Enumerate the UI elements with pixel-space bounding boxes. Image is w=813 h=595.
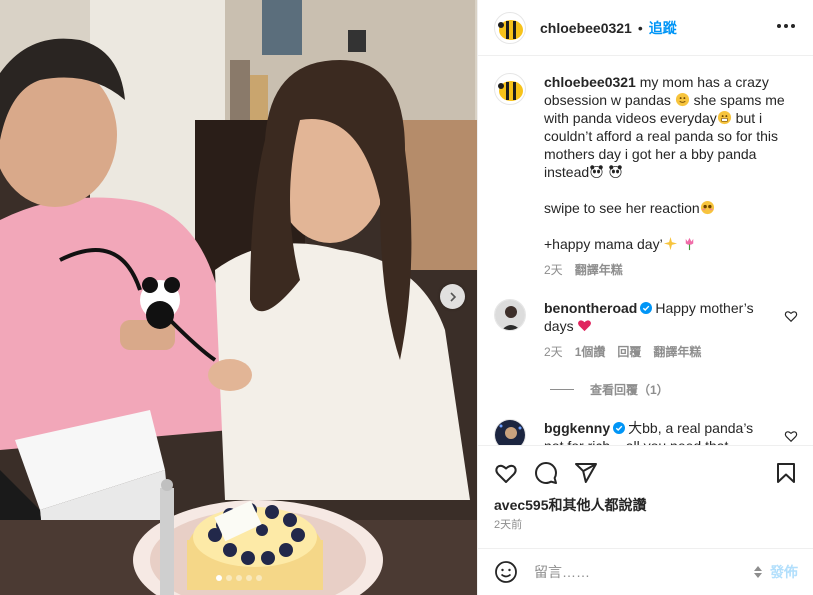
carousel-dot [235,575,242,581]
panda-emoji-icon [609,165,622,178]
see-translation-button[interactable]: 翻譯年糕 [575,261,623,279]
caption-text-5: +happy mama day’ [544,236,663,252]
likes-summary[interactable]: avec595和其他人都說讚 [494,495,647,515]
share-send-icon[interactable] [574,461,598,485]
comment-input[interactable] [534,562,746,582]
save-bookmark-icon[interactable] [774,461,798,485]
pleading-face-emoji-icon [700,200,714,215]
comment-meta: 2天 1個讚 回覆 翻譯年糕 [544,343,764,361]
panda-emoji-icon [590,165,603,178]
post-comment-button[interactable]: 發佈 [770,562,798,582]
bee-icon [498,81,523,101]
comment-bubble-icon[interactable] [534,461,558,485]
post-header: chloebee0321 • 追蹤 [478,0,813,56]
tulip-emoji-icon [685,237,693,251]
caption-username[interactable]: chloebee0321 [544,74,636,90]
action-icons [494,461,598,485]
verified-badge-icon [613,422,626,434]
more-horizontal-icon [777,24,795,28]
view-replies-label: 查看回覆（1） [590,383,669,397]
carousel-dot [245,575,252,581]
view-replies-divider [550,389,574,390]
caption-text-4: swipe to see her reaction [544,200,700,216]
post-timestamp: 2天前 [494,519,523,531]
chevron-right-icon [449,291,456,302]
follow-button[interactable]: 追蹤 [649,18,677,38]
comment-username[interactable]: benontheroad [544,300,637,316]
reply-button[interactable]: 回覆 [617,343,641,361]
avatar[interactable] [494,73,526,105]
post-author-username[interactable]: chloebee0321 [540,20,632,36]
view-replies-button[interactable]: 查看回覆（1） [550,381,669,398]
carousel-dot [225,575,232,581]
carousel-indicator [0,575,477,581]
comment-username[interactable]: bggkenny [544,420,610,436]
caption-time: 2天 [544,263,563,277]
comment-item: benontheroad Happy mother’s days 2天 1個讚 回… [494,299,798,361]
user-photo-icon [495,420,525,445]
instagram-post-viewer: chloebee0321 • 追蹤 chloebee0321 my mom ha… [0,0,813,595]
post-caption: chloebee0321 my mom has a crazy obsessio… [494,73,798,279]
like-comment-heart-icon[interactable] [784,309,798,323]
caption-body: chloebee0321 my mom has a crazy obsessio… [544,73,794,279]
emoji-picker-icon[interactable] [494,560,518,584]
carousel-dot [215,575,222,581]
more-options-button[interactable] [774,14,798,38]
verified-badge-icon [640,302,653,314]
post-photo [0,0,477,595]
see-translation-button[interactable]: 翻譯年糕 [653,343,701,361]
carousel-next-button[interactable] [440,284,465,309]
avatar[interactable] [494,299,526,331]
header-separator: • [637,19,643,36]
comment-time: 2天 [544,345,563,359]
avatar[interactable] [494,11,526,44]
avatar[interactable] [494,419,526,445]
comment-like-count[interactable]: 1個讚 [575,343,606,361]
resize-grip-icon [754,566,762,578]
user-photo-icon [495,300,525,330]
post-actions: avec595和其他人都說讚 2天前 [478,445,813,540]
post-side-panel: chloebee0321 • 追蹤 chloebee0321 my mom ha… [477,0,813,595]
comment-composer: 發佈 [478,548,813,595]
comment-body: bggkenny大bb, a real panda’s not for rich… [544,419,764,445]
caption-meta: 2天 翻譯年糕 [544,261,794,279]
red-heart-emoji-icon [578,320,592,332]
hugging-face-emoji-icon [675,92,689,107]
like-comment-heart-icon[interactable] [784,429,798,443]
grimace-emoji-icon [717,110,731,125]
sparkles-emoji-icon [663,236,677,251]
comments-list[interactable]: chloebee0321 my mom has a crazy obsessio… [478,57,813,445]
post-media[interactable] [0,0,477,595]
carousel-dot [255,575,262,581]
comment-item: bggkenny大bb, a real panda’s not for rich… [494,419,798,445]
like-heart-icon[interactable] [494,461,518,485]
comment-body: benontheroad Happy mother’s days 2天 1個讚 回… [544,299,764,361]
bee-icon [498,19,523,40]
